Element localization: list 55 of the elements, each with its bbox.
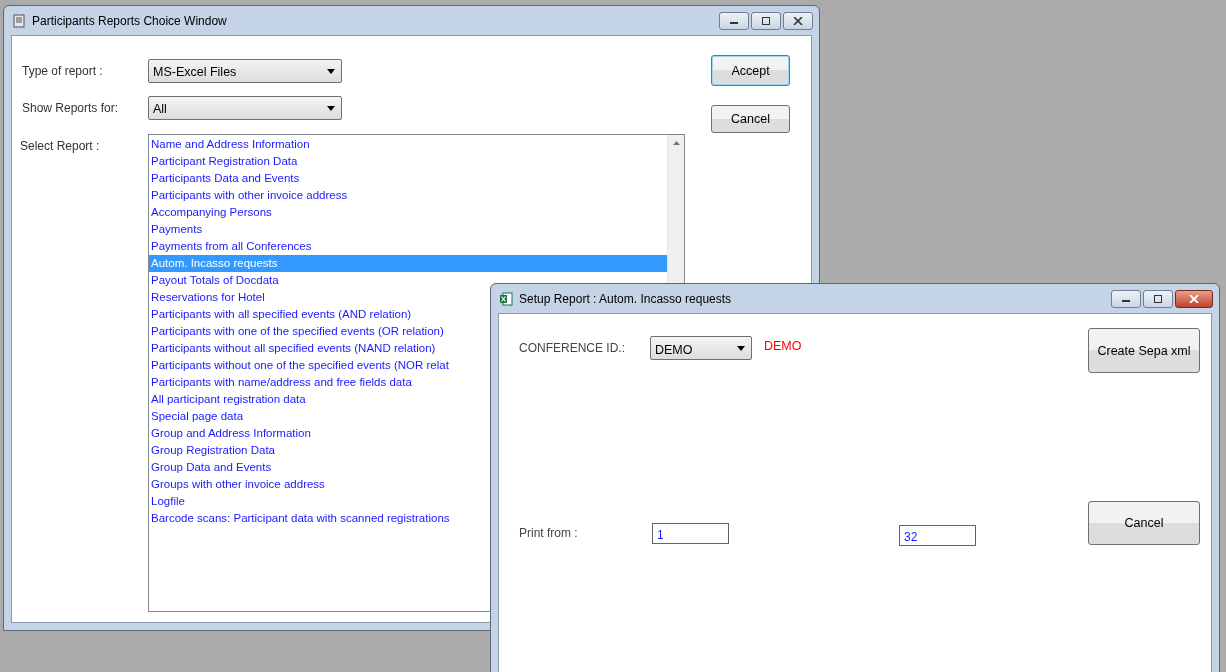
report-list-item[interactable]: Logfile [149, 493, 185, 510]
report-list-item[interactable]: Reservations for Hotel [149, 289, 265, 306]
maximize-icon [1153, 294, 1163, 303]
report-list-item[interactable]: Name and Address Information [149, 136, 310, 153]
maximize-button[interactable] [751, 11, 781, 30]
spreadsheet-icon [499, 291, 513, 306]
report-list-item[interactable]: Accompanying Persons [149, 204, 272, 221]
report-list-item[interactable]: Barcode scans: Participant data with scanned registrations [149, 510, 450, 527]
report-list-item[interactable]: Payments from all Conferences [149, 238, 312, 255]
report-list-item[interactable]: Group Data and Events [149, 459, 272, 476]
report-list-item[interactable]: Participants without one of the specified events (NOR relat [149, 357, 449, 374]
window-title: Participants Reports Choice Window [32, 13, 227, 28]
caret-icon [737, 346, 745, 351]
field-label: Type of report : [21, 63, 104, 78]
caret-icon [327, 105, 335, 111]
report-list-item[interactable]: Group and Address Information [149, 425, 311, 442]
field-label: CONFERENCE ID.: [518, 340, 626, 355]
cancel-button[interactable]: Cancel [1088, 501, 1200, 545]
field-label: Print from : [518, 525, 579, 540]
maximize-button[interactable] [1143, 289, 1173, 308]
report-list-item[interactable]: Groups with other invoice address [149, 476, 325, 493]
close-button[interactable] [1175, 289, 1213, 308]
report-type-dropdown[interactable]: MS-Excel Files [148, 58, 342, 83]
close-button[interactable] [783, 11, 813, 30]
create-sepa-button[interactable]: Create Sepa xml [1088, 328, 1200, 373]
report-list-item[interactable]: Payments [149, 221, 203, 238]
report-list-item[interactable]: Participant Registration Data [149, 153, 298, 170]
accept-button[interactable]: Accept [711, 55, 790, 86]
conference-dropdown[interactable]: DEMO [650, 336, 752, 360]
window-title: Setup Report : Autom. Incasso requests [519, 291, 732, 306]
report-list-item[interactable]: Participants with one of the specified events (OR relation) [149, 323, 444, 340]
scroll-up-icon[interactable] [672, 141, 680, 145]
close-icon [1189, 294, 1199, 303]
caret-icon [327, 68, 335, 74]
report-list-item[interactable]: Special page data [149, 408, 244, 425]
minimize-button[interactable] [719, 11, 749, 30]
report-list-item[interactable]: Group Registration Data [149, 442, 275, 459]
to-field[interactable]: 32 [899, 525, 976, 546]
report-list-item[interactable]: Participants with name/address and free fields data [149, 374, 412, 391]
close-icon [793, 16, 803, 25]
from-field[interactable]: 1 [652, 523, 729, 544]
report-list-item[interactable]: Participants Data and Events [149, 170, 300, 187]
report-list-item[interactable]: All participant registration data [149, 391, 306, 408]
report-list-item[interactable]: Participants with other invoice address [149, 187, 348, 204]
cancel-button[interactable]: Cancel [711, 105, 790, 133]
minimize-button[interactable] [1111, 289, 1141, 308]
report-list-item[interactable]: Participants without all specified events (NAND relation) [149, 340, 436, 357]
conference-name: DEMO [764, 338, 802, 353]
report-list-item[interactable]: Participants with all specified events (AND relation) [149, 306, 412, 323]
field-label: Show Reports for: [21, 100, 120, 115]
field-label: Select Report : [19, 138, 101, 155]
maximize-icon [761, 16, 771, 25]
document-icon [12, 13, 26, 28]
reports-for-dropdown[interactable]: All [148, 95, 342, 120]
report-list-item[interactable]: Payout Totals of Docdata [149, 272, 279, 289]
